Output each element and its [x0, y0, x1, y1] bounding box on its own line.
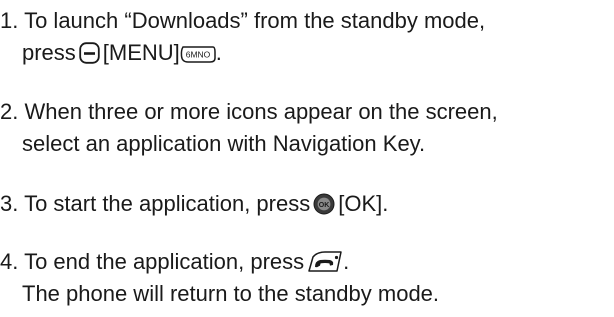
step-4: 4. To end the application, press. The ph… [0, 246, 439, 310]
step-4-line-2: The phone will return to the standby mod… [0, 278, 439, 310]
left-soft-key-icon [79, 42, 100, 64]
step-3-line-1: 3. To start the application, press OK [OK]… [0, 188, 388, 220]
step-1-text: To launch “Downloads” from the standby m… [24, 8, 486, 33]
step-1-line-1: 1. To launch “Downloads” from the standb… [0, 5, 485, 37]
step-3-number: 3. [0, 191, 19, 216]
step-2-text-2: select an application with Navigation Ke… [22, 131, 426, 156]
step-2-text: When three or more icons appear on the s… [24, 99, 498, 124]
step-4-line-1: 4. To end the application, press. [0, 246, 439, 278]
ok-key-label: [OK]. [338, 191, 389, 216]
step-1-period: . [215, 40, 222, 65]
step-4-number: 4. [0, 249, 19, 274]
step-3: 3. To start the application, press OK [OK]… [0, 188, 388, 220]
step-4-text: To end the application, press [24, 249, 305, 274]
step-2: 2. When three or more icons appear on th… [0, 96, 498, 160]
menu-6-key-glyph: 6MNO [186, 50, 211, 60]
instructions-list: 1. To launch “Downloads” from the standb… [0, 0, 614, 317]
step-4-period: . [343, 249, 350, 274]
step-2-line-1: 2. When three or more icons appear on th… [0, 96, 498, 128]
menu-6-key-icon: 6MNO [180, 44, 216, 64]
step-3-text: To start the application, press [24, 191, 311, 216]
step-1-line-2: press [MENU] 6MNO. [0, 37, 485, 69]
step-1-number: 1. [0, 8, 19, 33]
step-4-text-2: The phone will return to the standby mod… [22, 281, 440, 306]
ok-key-glyph: OK [319, 202, 330, 209]
step-2-line-2: select an application with Navigation Ke… [0, 128, 498, 160]
step-1: 1. To launch “Downloads” from the standb… [0, 5, 485, 69]
menu-key-label: [MENU] [102, 40, 180, 65]
step-2-number: 2. [0, 99, 19, 124]
step-1-press-text: press [22, 40, 76, 65]
ok-key-icon: OK [313, 193, 335, 215]
end-key-icon [307, 251, 343, 273]
